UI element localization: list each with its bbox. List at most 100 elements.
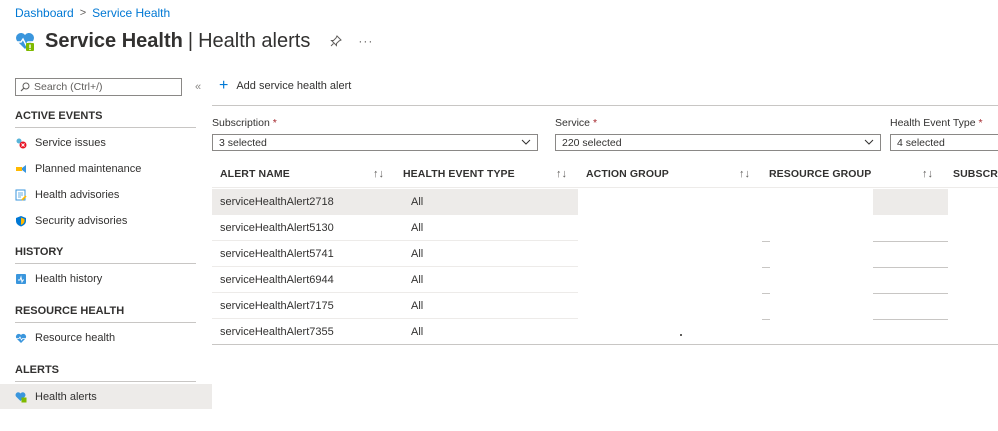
health-event-type-cell: All bbox=[411, 273, 424, 286]
subscription-label: Subscription * bbox=[212, 117, 277, 129]
row-divider-fragment bbox=[873, 319, 948, 320]
column-header-resource-group[interactable]: RESOURCE GROUP bbox=[769, 168, 871, 180]
table-row[interactable]: serviceHealthAlert5130 All bbox=[212, 215, 578, 241]
add-alert-label: Add service health alert bbox=[236, 80, 352, 92]
table-bottom-border bbox=[212, 344, 998, 345]
health-event-type-cell: All bbox=[411, 195, 424, 208]
table-row[interactable]: serviceHealthAlert2718 All bbox=[212, 189, 578, 215]
breadcrumb-service-health[interactable]: Service Health bbox=[92, 6, 170, 20]
health-event-type-cell: All bbox=[411, 325, 424, 338]
health-event-type-cell: All bbox=[411, 299, 424, 312]
redacted-area bbox=[768, 189, 871, 215]
table-row[interactable]: serviceHealthAlert7355 All bbox=[212, 319, 578, 345]
search-input[interactable]: Search (Ctrl+/) bbox=[15, 78, 182, 96]
heart-icon bbox=[15, 332, 27, 344]
title-divider: | bbox=[187, 29, 194, 52]
sort-icon[interactable]: ↑↓ bbox=[373, 168, 384, 180]
add-service-health-alert-button[interactable]: + Add service health alert bbox=[219, 77, 352, 94]
health-event-type-label: Health Event Type * bbox=[890, 117, 983, 129]
sort-icon[interactable]: ↑↓ bbox=[556, 168, 567, 180]
health-event-type-cell: All bbox=[411, 221, 424, 234]
alert-name-cell: serviceHealthAlert5130 bbox=[220, 221, 334, 234]
plus-icon: + bbox=[219, 77, 229, 94]
row-divider-fragment bbox=[762, 267, 770, 268]
alert-name-cell: serviceHealthAlert6944 bbox=[220, 273, 334, 286]
required-marker: * bbox=[592, 117, 598, 129]
pin-icon[interactable] bbox=[330, 35, 343, 47]
breadcrumb-dashboard[interactable]: Dashboard bbox=[15, 6, 74, 20]
sidebar-item-label: Health history bbox=[35, 273, 103, 285]
chevron-down-icon bbox=[864, 139, 874, 145]
sidebar-item-label: Health advisories bbox=[35, 189, 120, 201]
service-dropdown[interactable]: 220 selected bbox=[555, 134, 881, 151]
page-header: Service Health | Health alerts ··· bbox=[14, 26, 373, 56]
row-divider-fragment bbox=[762, 319, 770, 320]
alert-name-cell: serviceHealthAlert7355 bbox=[220, 325, 334, 338]
breadcrumb-separator: > bbox=[79, 7, 87, 19]
header-divider bbox=[212, 187, 998, 188]
planned-maintenance-icon bbox=[15, 163, 27, 175]
column-header-action-group[interactable]: ACTION GROUP bbox=[586, 168, 669, 180]
row-divider-fragment bbox=[762, 241, 770, 242]
alert-name-cell: serviceHealthAlert2718 bbox=[220, 195, 334, 208]
redacted-area bbox=[578, 189, 763, 215]
event-type-label-text: Health Event Type bbox=[890, 117, 976, 129]
subscription-value: 3 selected bbox=[219, 136, 267, 149]
required-marker: * bbox=[978, 117, 983, 129]
section-active-events: ACTIVE EVENTS bbox=[15, 110, 196, 128]
sidebar-item-security-advisories[interactable]: Security advisories bbox=[0, 209, 212, 233]
breadcrumb: Dashboard > Service Health bbox=[15, 6, 170, 20]
sidebar-item-label: Security advisories bbox=[35, 215, 128, 227]
sidebar-item-service-issues[interactable]: Service issues bbox=[0, 131, 212, 155]
health-event-type-dropdown[interactable]: 4 selected bbox=[890, 134, 998, 151]
stray-dot bbox=[680, 334, 682, 336]
subscription-label-text: Subscription bbox=[212, 117, 270, 129]
search-placeholder: Search (Ctrl+/) bbox=[34, 81, 103, 93]
sidebar-item-label: Health alerts bbox=[35, 390, 97, 403]
sidebar-item-health-advisories[interactable]: Health advisories bbox=[0, 183, 212, 207]
sidebar-item-resource-health[interactable]: Resource health bbox=[0, 326, 212, 350]
sidebar-item-health-alerts[interactable]: Health alerts bbox=[0, 384, 212, 409]
service-issues-icon bbox=[15, 137, 27, 149]
health-event-type-cell: All bbox=[411, 247, 424, 260]
service-health-icon bbox=[16, 33, 34, 51]
required-marker: * bbox=[272, 117, 277, 129]
health-alerts-icon bbox=[15, 391, 27, 403]
subscription-dropdown[interactable]: 3 selected bbox=[212, 134, 538, 151]
search-icon bbox=[20, 82, 30, 92]
page-subtitle: Health alerts bbox=[198, 29, 311, 52]
more-options-icon[interactable]: ··· bbox=[358, 34, 373, 48]
sidebar-item-health-history[interactable]: Health history bbox=[0, 267, 212, 291]
service-label-text: Service bbox=[555, 117, 591, 129]
column-header-alert-name[interactable]: ALERT NAME bbox=[220, 168, 290, 180]
row-divider-fragment bbox=[873, 293, 948, 294]
event-type-value: 4 selected bbox=[897, 136, 945, 149]
sidebar-item-label: Resource health bbox=[35, 332, 116, 344]
service-value: 220 selected bbox=[562, 136, 622, 149]
chevron-down-icon bbox=[521, 139, 531, 145]
row-divider-fragment bbox=[873, 267, 948, 268]
security-advisories-icon bbox=[15, 215, 27, 227]
table-row[interactable]: serviceHealthAlert7175 All bbox=[212, 293, 578, 319]
row-divider-fragment bbox=[762, 293, 770, 294]
column-header-subscription[interactable]: SUBSCRIP bbox=[953, 168, 998, 180]
alert-name-cell: serviceHealthAlert5741 bbox=[220, 247, 334, 260]
section-resource-health: RESOURCE HEALTH bbox=[15, 305, 196, 323]
sort-icon[interactable]: ↑↓ bbox=[739, 168, 750, 180]
section-alerts: ALERTS bbox=[15, 364, 196, 382]
sidebar-item-label: Planned maintenance bbox=[35, 163, 142, 175]
service-label: Service * bbox=[555, 117, 597, 129]
collapse-sidebar-icon[interactable]: « bbox=[195, 81, 201, 93]
column-header-health-event-type[interactable]: HEALTH EVENT TYPE bbox=[403, 168, 515, 180]
sort-icon[interactable]: ↑↓ bbox=[922, 168, 933, 180]
alert-name-cell: serviceHealthAlert7175 bbox=[220, 299, 334, 312]
sidebar-item-planned-maintenance[interactable]: Planned maintenance bbox=[0, 157, 212, 181]
table-row[interactable]: serviceHealthAlert6944 All bbox=[212, 267, 578, 293]
sidebar-item-label: Service issues bbox=[35, 137, 106, 149]
row-divider-fragment bbox=[873, 241, 948, 242]
table-row[interactable]: serviceHealthAlert5741 All bbox=[212, 241, 578, 267]
health-advisories-icon bbox=[15, 189, 27, 201]
toolbar-divider bbox=[212, 105, 998, 106]
page-title: Service Health bbox=[45, 29, 183, 52]
section-history: HISTORY bbox=[15, 246, 196, 264]
